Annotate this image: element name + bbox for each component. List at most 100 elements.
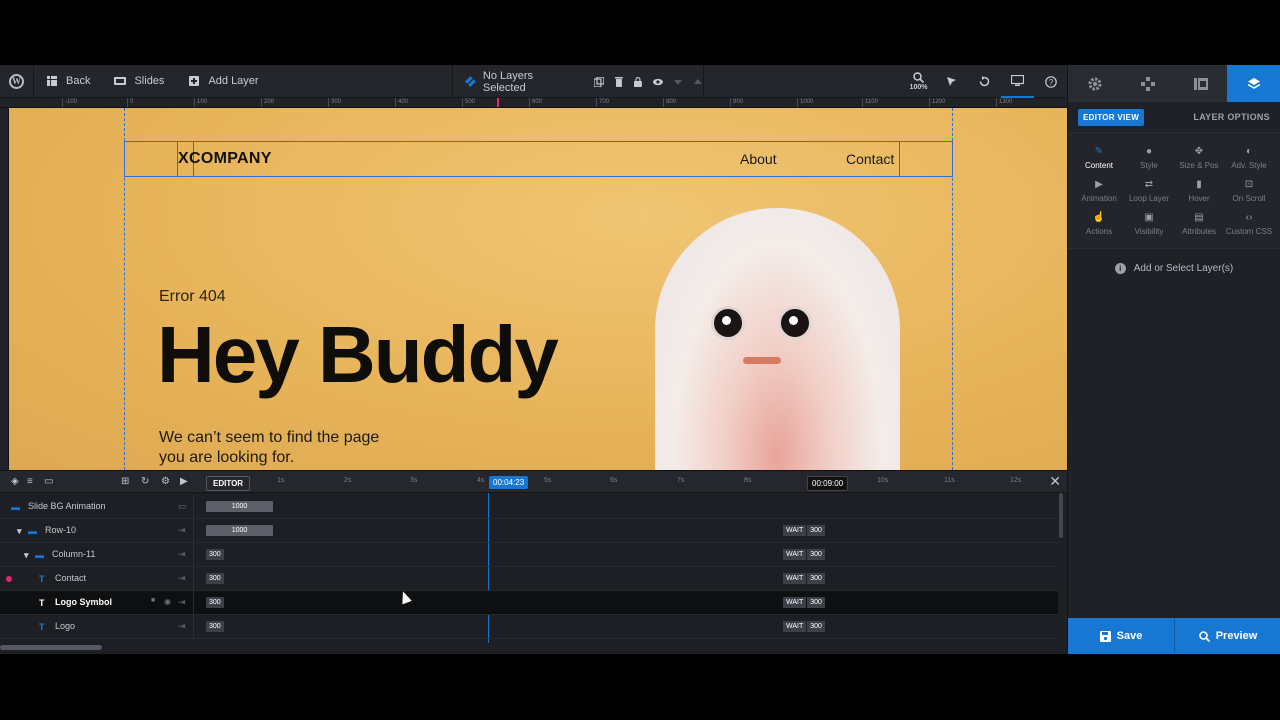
align-icon[interactable]: ⇥ [178,597,186,608]
headline[interactable]: Hey Buddy [157,315,559,395]
desktop-view-button[interactable] [1001,65,1034,98]
option-size-pos[interactable]: ✥ Size & Pos [1174,145,1224,171]
option-attributes[interactable]: ▤ Attributes [1174,211,1224,237]
play-icon[interactable]: ▶ [180,476,188,487]
wait-block[interactable]: WAIT 300 [783,573,826,584]
eye-icon[interactable]: ◉ [164,597,171,606]
view-tools: 100% ? [902,65,1067,98]
editor-tag[interactable]: EDITOR [206,476,251,491]
layer-row[interactable]: ▾ ▬ Column-11 ⇥ 300 WAIT 300 [0,543,1058,567]
delete-icon[interactable] [614,76,624,87]
duration-bar[interactable]: 300 [206,573,224,584]
editor-view-button[interactable]: EDITOR VIEW [1078,108,1145,126]
help-button[interactable]: ? [1034,65,1067,98]
settings-icon[interactable]: ⚙ [161,476,170,487]
panel-footer: Save Preview [1068,618,1280,654]
eye-icon[interactable] [653,77,664,87]
duplicate-icon[interactable] [593,76,604,87]
folder-icon[interactable]: ▭ [44,476,53,487]
option-content[interactable]: ✎ Content [1074,145,1124,171]
wait-block[interactable]: WAIT 300 [783,597,826,608]
timeline-vertical-scrollbar[interactable] [1059,493,1063,538]
pointer-tool-button[interactable] [935,65,968,98]
align-icon[interactable]: ⇥ [178,525,186,536]
duration-bar[interactable]: 300 [206,549,224,560]
layer-row-selected[interactable]: T Logo Symbol ■ ◉ ⇥ 300 WAIT 300 [0,591,1058,615]
text-layer-icon: T [39,574,45,584]
option-label: Animation [1081,194,1117,203]
align-icon[interactable]: ⇥ [178,549,186,560]
wait-block[interactable]: WAIT 300 [783,621,826,632]
lock-icon[interactable]: ■ [151,597,155,604]
duration-bar[interactable]: 1000 [206,501,273,512]
lock-icon[interactable] [633,76,643,87]
back-button[interactable]: Back [34,65,102,98]
option-hover[interactable]: ▮ Hover [1174,178,1224,204]
option-custom-css[interactable]: ‹› Custom CSS [1224,211,1274,237]
align-icon[interactable]: ⇥ [178,621,186,632]
nav-about[interactable]: About [740,151,777,167]
zoom-button[interactable]: 100% [902,65,935,98]
error-label[interactable]: Error 404 [159,288,226,306]
layer-row[interactable]: ▾ ▬ Row-10 ⇥ 1000 WAIT 300 [0,519,1058,543]
add-layer-button[interactable]: Add Layer [176,65,270,98]
duration-bar[interactable]: 300 [206,597,224,608]
layer-row[interactable]: T Contact ⇥ 300 WAIT 300 [0,567,1058,591]
option-adv-style[interactable]: ◐ Adv. Style [1224,145,1274,171]
tab-settings[interactable] [1068,65,1121,102]
tab-slide-options[interactable] [1174,65,1227,102]
wait-label: WAIT [783,549,807,560]
grid-view-icon[interactable]: ⊞ [121,476,129,487]
tab-navigation[interactable] [1121,65,1174,102]
time-mark: 11s [944,477,955,484]
text-layer-icon: T [39,622,45,632]
ghost-illustration[interactable] [655,208,900,470]
nav-contact[interactable]: Contact [846,151,894,167]
end-time[interactable]: 00:09:00 [807,476,849,491]
tab-layer-options[interactable] [1227,65,1280,102]
duration-bar[interactable]: 1000 [206,525,273,536]
duration-bar[interactable]: 300 [206,621,224,632]
subtext[interactable]: We can’t seem to find the page you are l… [159,428,419,468]
option-on-scroll[interactable]: ⊡ On Scroll [1224,178,1274,204]
caret-down-icon[interactable]: ▾ [24,550,29,561]
zoom-icon [913,72,924,83]
wait-block[interactable]: WAIT 300 [783,549,826,560]
layer-name: Column-11 [52,549,96,559]
timeline-horizontal-scrollbar[interactable] [0,645,102,650]
undo-button[interactable] [968,65,1001,98]
arrow-down-icon[interactable] [673,77,683,87]
empty-selection-hint: i Add or Select Layer(s) [1068,263,1280,274]
caret-down-icon[interactable]: ▾ [17,526,22,537]
option-loop-layer[interactable]: ⇄ Loop Layer [1124,178,1174,204]
document-icon: ▤ [1194,211,1204,223]
menu-icon[interactable]: ≡ [27,476,33,487]
slide-canvas[interactable]: XCOMPANY About Contact Error 404 Hey Bud… [9,108,1067,470]
layers-toggle-icon[interactable]: ◈ [11,476,19,487]
wait-block[interactable]: WAIT 300 [783,525,826,536]
undo-icon [979,76,990,87]
logo-text[interactable]: XCOMPANY [178,150,272,168]
close-icon[interactable]: ✕ [1049,473,1061,490]
slides-button[interactable]: Slides [102,65,176,98]
ruler-tick: 700 [596,98,609,107]
align-icon[interactable]: ⇥ [178,573,186,584]
time-mark: 3s [410,477,418,484]
option-visibility[interactable]: ▣ Visibility [1124,211,1174,237]
option-label: Visibility [1134,227,1164,236]
option-animation[interactable]: ▶ Animation [1074,178,1124,204]
layer-row[interactable]: T Logo ⇥ 300 WAIT 300 [0,615,1058,639]
save-button[interactable]: Save [1068,618,1174,654]
option-style[interactable]: ● Style [1124,145,1174,171]
image-icon[interactable]: ▭ [178,501,187,512]
current-time[interactable]: 00:04:23 [489,476,529,489]
option-label: Custom CSS [1225,227,1273,236]
option-actions[interactable]: ☝ Actions [1074,211,1124,237]
wordpress-button[interactable]: W [0,65,34,98]
arrow-up-icon[interactable] [693,77,703,87]
refresh-icon[interactable]: ↻ [141,476,149,487]
option-label: Content [1084,161,1114,170]
layer-row[interactable]: ▬ Slide BG Animation ▭ 1000 [0,495,1058,519]
wait-value: 300 [807,525,825,536]
preview-button[interactable]: Preview [1174,618,1280,654]
